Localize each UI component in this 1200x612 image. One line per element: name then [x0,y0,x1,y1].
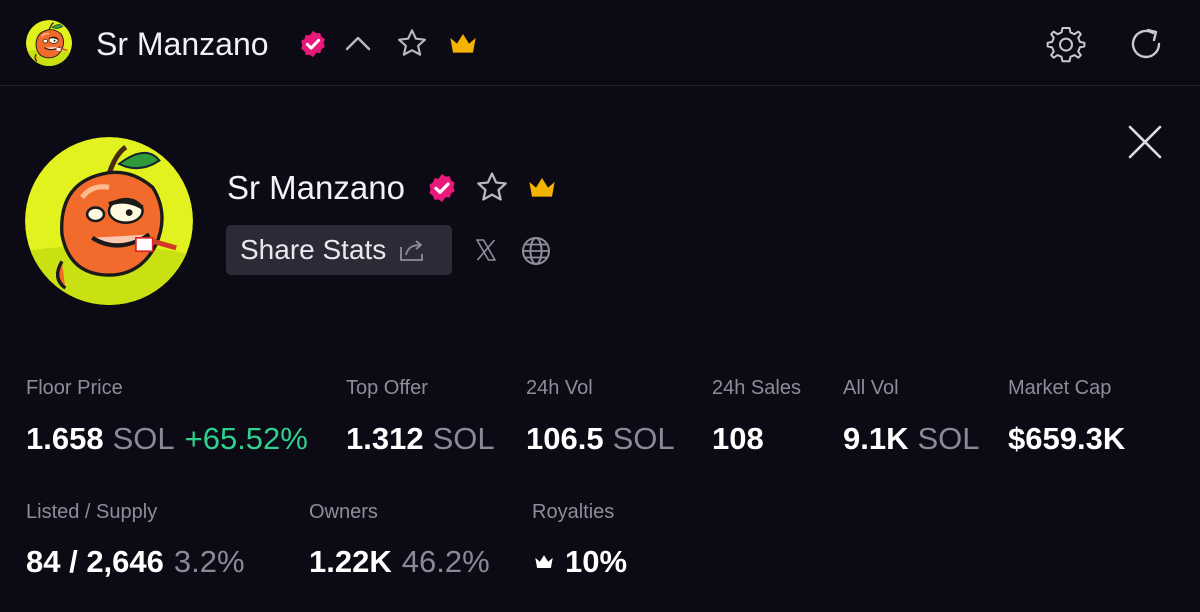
royalties-value: 10% [532,544,627,580]
all-vol-label: All Vol [843,377,899,399]
chevron-up-icon[interactable] [344,33,372,55]
globe-icon[interactable] [520,235,552,267]
24h-sales-label: 24h Sales [712,377,801,399]
owners-label: Owners [309,501,378,523]
market-cap-value: $659.3K [1008,421,1126,456]
floor-price-change: +65.52% [184,421,308,456]
sol-unit: SOL [432,421,495,456]
listed-supply-value: 84 / 2,646 3.2% [26,544,245,579]
all-vol-value: 9.1K SOL [843,421,980,456]
listed-supply-label: Listed / Supply [26,501,158,523]
24h-vol-label: 24h Vol [526,377,593,399]
star-outline-icon[interactable] [475,170,509,204]
royalties-label: Royalties [532,501,615,523]
share-icon [400,240,424,261]
gear-icon[interactable] [1046,24,1086,64]
owners-percent: 46.2% [401,544,490,579]
top-bar: Sr Manzano [0,0,1200,86]
floor-price-label: Floor Price [26,377,123,399]
top-offer-value: 1.312 SOL [346,421,495,456]
crown-icon [446,28,480,60]
close-icon[interactable] [1126,123,1164,161]
24h-sales-value: 108 [712,421,764,456]
star-outline-icon[interactable] [396,27,428,59]
collection-avatar[interactable] [26,20,72,66]
share-stats-label: Share Stats [240,234,387,265]
floor-price-value: 1.658 SOL +65.52% [26,421,308,456]
crown-icon [532,551,556,573]
market-cap-label: Market Cap [1008,377,1112,399]
collection-image [25,137,193,305]
sol-unit: SOL [112,421,175,456]
collection-name: Sr Manzano [227,169,405,206]
verified-badge-icon [298,29,328,59]
collection-title[interactable]: Sr Manzano [96,26,269,63]
x-logo-icon[interactable] [474,238,498,262]
owners-value: 1.22K 46.2% [309,544,490,579]
listed-percent: 3.2% [173,544,245,579]
crown-icon [524,172,560,204]
sol-unit: SOL [612,421,675,456]
verified-badge-icon [426,172,458,204]
24h-vol-value: 106.5 SOL [526,421,675,456]
refresh-icon[interactable] [1126,24,1166,64]
sol-unit: SOL [917,421,980,456]
top-offer-label: Top Offer [346,377,428,399]
share-stats-button[interactable]: Share Stats [226,225,452,275]
